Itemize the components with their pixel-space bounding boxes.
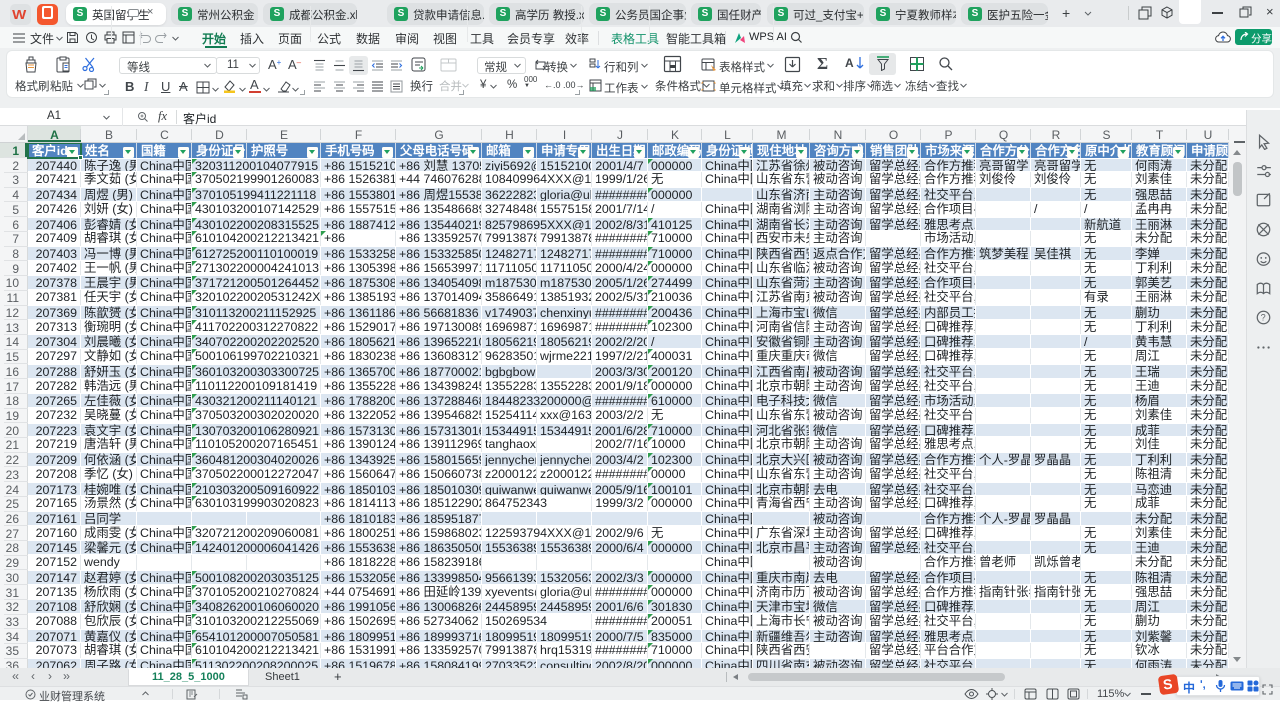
- svg-text:?: ?: [1261, 312, 1266, 322]
